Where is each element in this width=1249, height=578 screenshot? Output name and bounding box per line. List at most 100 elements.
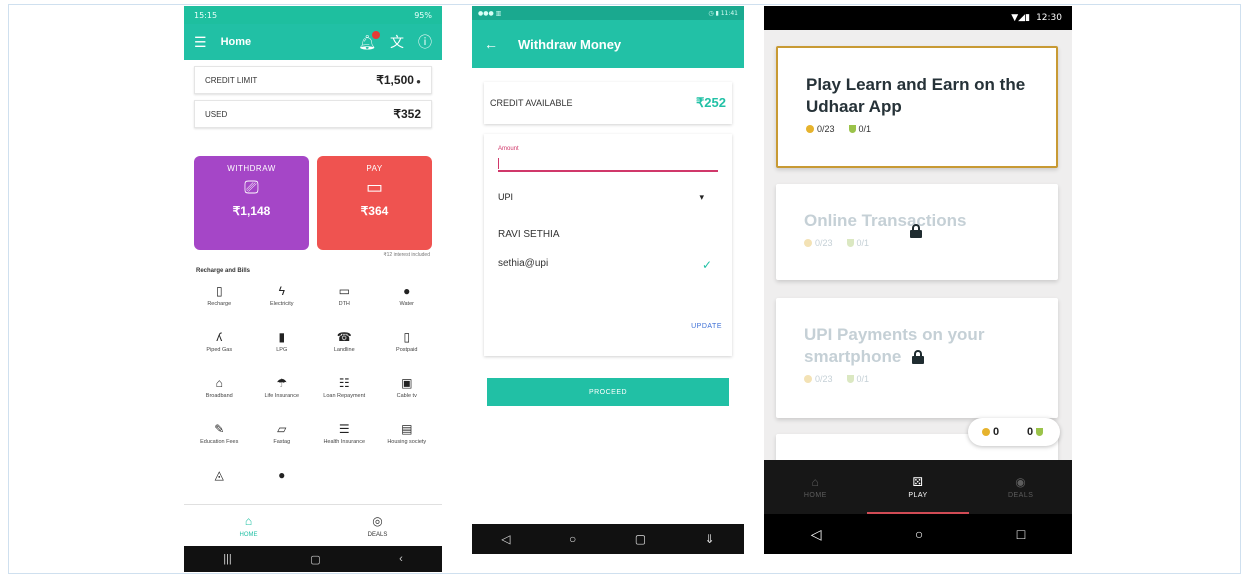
service-item[interactable]: ☰ Health Insurance (313, 416, 376, 462)
service-item[interactable]: ● Water (376, 278, 439, 324)
status-icons: ▼◢▮ (1011, 13, 1031, 23)
service-icon: ✎ (214, 422, 225, 436)
page-title: Home (220, 36, 252, 48)
amount-input[interactable] (498, 152, 718, 172)
service-label: Postpaid (396, 347, 418, 353)
home-icon: ⌂ (811, 475, 820, 489)
nav-home[interactable]: ⌂ HOME (764, 460, 867, 514)
proceed-button[interactable]: PROCEED (487, 378, 729, 406)
withdraw-button[interactable]: WITHDRAW ⎚ ₹1,148 (194, 156, 309, 250)
service-item[interactable]: ▤ Housing society (376, 416, 439, 462)
service-label: Electricity (269, 301, 294, 307)
back-button[interactable]: ‹ (399, 553, 403, 565)
update-button[interactable]: UPDATE (691, 323, 722, 330)
total-shields: 0 (1026, 426, 1034, 438)
notification-icon[interactable]: 🔔︎ (358, 30, 380, 51)
menu-icon[interactable]: ☰ (194, 34, 207, 51)
lesson-card-locked[interactable]: UPI Payments on your smartphone 0/23 0/1 (776, 298, 1058, 418)
bottom-nav: ⌂ HOME ◎ DEALS (184, 504, 442, 546)
home-system-button[interactable]: ○ (569, 532, 576, 546)
used-card: USED ₹352 (194, 100, 432, 128)
total-coins: 0 (992, 426, 1000, 438)
service-item[interactable]: ʎ Piped Gas (188, 324, 251, 370)
hide-keyboard-button[interactable]: ⇓ (705, 532, 715, 546)
lesson-shields: 0/1 (858, 124, 872, 134)
upi-row[interactable]: sethia@upi ✓ (498, 258, 718, 272)
lesson-card-locked[interactable]: Online Transactions 0/23 0/1 (776, 184, 1058, 280)
home-system-button[interactable]: ▢ (310, 553, 320, 566)
help-icon[interactable]: ⓘ (418, 32, 432, 52)
service-icon: ϟ (278, 284, 285, 298)
service-item[interactable]: ▮ LPG (251, 324, 314, 370)
service-item[interactable]: ▱ Fastag (251, 416, 314, 462)
service-item[interactable]: ⌂ Broadband (188, 370, 251, 416)
home-system-button[interactable]: ○ (915, 526, 923, 542)
credit-available-label: CREDIT AVAILABLE (490, 98, 573, 108)
service-item[interactable]: ▣ Cable tv (376, 370, 439, 416)
nav-deals[interactable]: ◉ DEALS (969, 460, 1072, 514)
shield-icon (846, 239, 854, 247)
nav-home[interactable]: ⌂ HOME (184, 505, 313, 546)
service-icon: ● (403, 284, 411, 298)
withdraw-screen: ●●● ▥ ◷ ▮ 11:41 ← Withdraw Money CREDIT … (472, 6, 744, 554)
lesson-progress: 0/23 0/1 (806, 124, 1028, 134)
service-item[interactable]: ◬ (188, 462, 251, 508)
service-item[interactable]: ☷ Loan Repayment (313, 370, 376, 416)
coin-icon (804, 375, 812, 383)
status-left: ●●● ▥ (478, 9, 502, 17)
recents-button[interactable]: ||| (223, 553, 232, 565)
translate-icon[interactable]: 文 (390, 32, 404, 52)
service-item[interactable]: ☂ Life Insurance (251, 370, 314, 416)
service-label: Education Fees (200, 439, 239, 445)
deals-icon: ◎ (372, 513, 383, 528)
shield-icon (846, 375, 854, 383)
nav-home-label: HOME (239, 531, 258, 538)
home-icon: ⌂ (244, 513, 253, 528)
system-nav-bar: ||| ▢ ‹ (184, 546, 442, 572)
lesson-card[interactable]: Play Learn and Earn on the Udhaar App 0/… (776, 46, 1058, 168)
back-arrow-icon[interactable]: ← (484, 36, 498, 52)
service-item[interactable]: ✎ Education Fees (188, 416, 251, 462)
shield-icon (848, 125, 856, 133)
status-right: ◷ ▮ 11:41 (708, 9, 738, 17)
service-icon: ▮ (278, 330, 286, 344)
pay-button[interactable]: PAY ▭ ₹364 (317, 156, 432, 250)
service-label: LPG (276, 347, 288, 353)
recents-button[interactable]: □ (1017, 526, 1025, 542)
nav-play-label: PLAY (908, 492, 928, 499)
service-icon: ☂ (276, 376, 288, 390)
nav-play[interactable]: ⚄ PLAY (866, 460, 970, 514)
used-label: USED (205, 109, 228, 119)
status-bar: ▼◢▮ 12:30 (764, 6, 1072, 30)
withdraw-label: WITHDRAW (227, 164, 276, 173)
status-time: 15:15 (194, 10, 218, 20)
lesson-progress: 0/23 0/1 (804, 238, 1030, 248)
service-item[interactable]: ▯ Recharge (188, 278, 251, 324)
service-icon: ☷ (338, 376, 350, 390)
nav-deals-label: DEALS (367, 531, 388, 538)
service-item[interactable]: ϟ Electricity (251, 278, 314, 324)
back-button[interactable]: ◁ (811, 526, 822, 543)
service-item[interactable]: ▯ Postpaid (376, 324, 439, 370)
service-item[interactable]: ☎ Landline (313, 324, 376, 370)
service-label: Landline (333, 347, 355, 353)
payment-method-select[interactable]: UPI ▾ (498, 192, 718, 203)
service-item[interactable]: ● (251, 462, 314, 508)
text-caret (498, 158, 499, 169)
nav-deals[interactable]: ◎ DEALS (313, 505, 442, 546)
services-grid: ▯ Recharge ϟ Electricity ▭ DTH ● Water ʎ Piped Ga… (188, 278, 438, 508)
service-icon: ▯ (215, 284, 223, 298)
service-item[interactable]: ▭ DTH (313, 278, 376, 324)
recents-button[interactable]: ▢ (635, 532, 646, 546)
rewards-total: 0 0 (968, 418, 1060, 446)
play-screen: ▼◢▮ 12:30 Play Learn and Earn on the Udh… (764, 6, 1072, 554)
info-icon[interactable]: ● (416, 77, 421, 86)
service-label: Broadband (205, 393, 233, 399)
lesson-coins: 0/23 (815, 238, 833, 248)
withdraw-form: Amount UPI ▾ RAVI SETHIA sethia@upi ✓ UP… (484, 134, 732, 356)
back-button[interactable]: ◁ (501, 532, 510, 546)
service-label: Recharge (207, 301, 232, 307)
lesson-title: Play Learn and Earn on the Udhaar App (806, 75, 1026, 116)
service-label: Loan Repayment (323, 393, 366, 399)
status-battery: 95% (414, 10, 432, 20)
